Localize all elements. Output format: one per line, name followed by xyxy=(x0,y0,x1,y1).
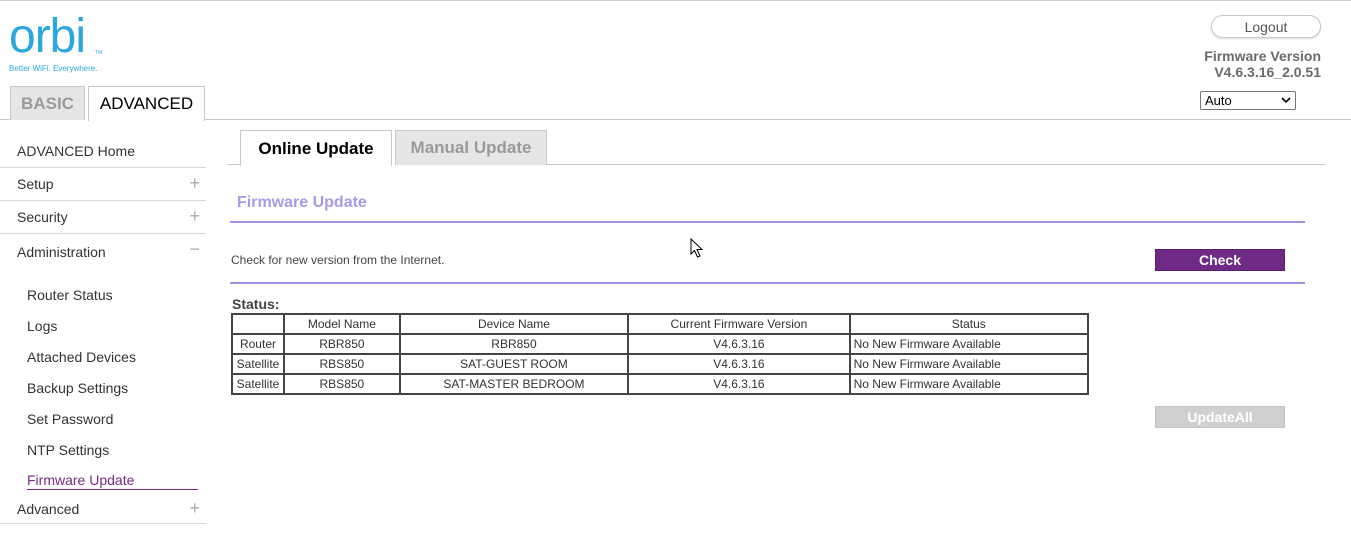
sidebar-item-label: ADVANCED Home xyxy=(17,142,135,159)
table-header-row: Model Name Device Name Current Firmware … xyxy=(231,313,1090,335)
sidebar-subitem-label: NTP Settings xyxy=(27,441,110,458)
sidebar-item-advanced-home[interactable]: ADVANCED Home xyxy=(0,134,206,168)
table-cell: Satellite xyxy=(231,353,285,375)
sidebar-subitem-label: Set Password xyxy=(27,410,114,427)
table-cell: No New Firmware Available xyxy=(848,333,1090,355)
table-cell: SAT-MASTER BEDROOM xyxy=(398,373,630,395)
sidebar-subitem-set-password[interactable]: Set Password xyxy=(0,403,206,434)
section-divider-bottom xyxy=(230,282,1305,284)
sidebar-subitem-label: Backup Settings xyxy=(27,379,129,396)
section-divider-top xyxy=(230,221,1305,223)
logout-button[interactable]: Logout xyxy=(1211,15,1321,38)
sidebar-subitem-backup-settings[interactable]: Backup Settings xyxy=(0,372,206,403)
chevron-down-icon xyxy=(1281,96,1291,106)
tab-advanced[interactable]: ADVANCED xyxy=(88,86,205,121)
table-cell: RBR850 xyxy=(398,333,630,355)
tab-online-update[interactable]: Online Update xyxy=(240,130,392,166)
table-header: Model Name xyxy=(282,313,401,335)
sidebar-item-label: Administration xyxy=(17,243,106,260)
sidebar-subitem-label: Firmware Update xyxy=(27,472,199,490)
expand-plus-icon[interactable]: + xyxy=(189,207,200,225)
sidebar-subitem-label: Logs xyxy=(27,317,58,334)
logo-wordmark: orbi xyxy=(9,10,86,63)
sidebar-item-administration[interactable]: Administration − xyxy=(0,234,206,269)
content-tabs-divider xyxy=(547,164,1326,165)
table-cell: No New Firmware Available xyxy=(848,373,1090,395)
language-selected-value: Auto xyxy=(1205,93,1232,108)
sidebar-subitem-label: Attached Devices xyxy=(27,348,136,365)
table-cell: Router xyxy=(231,333,285,355)
sidebar-subitem-attached-devices[interactable]: Attached Devices xyxy=(0,341,206,372)
expand-plus-icon[interactable]: + xyxy=(189,174,200,192)
status-label: Status: xyxy=(232,296,280,312)
language-select[interactable]: Auto xyxy=(1200,91,1296,110)
sidebar-item-label: Advanced xyxy=(17,500,80,517)
table-header xyxy=(231,313,285,335)
table-row: Satellite RBS850 SAT-GUEST ROOM V4.6.3.1… xyxy=(231,353,1090,375)
sidebar-nav: ADVANCED Home Setup + Security + Adminis… xyxy=(0,134,206,524)
orbi-logo[interactable]: orbi TM Better WiFi. Everywhere. xyxy=(9,10,119,74)
expand-plus-icon[interactable]: + xyxy=(189,499,200,517)
sidebar-item-security[interactable]: Security + xyxy=(0,201,206,234)
sidebar-subitem-label: Router Status xyxy=(27,286,113,303)
table-cell: V4.6.3.16 xyxy=(627,353,851,375)
table-header: Current Firmware Version xyxy=(627,313,851,335)
sidebar-subitem-logs[interactable]: Logs xyxy=(0,310,206,341)
content-tabs-divider-left xyxy=(228,164,240,165)
table-row: Satellite RBS850 SAT-MASTER BEDROOM V4.6… xyxy=(231,373,1090,395)
sidebar-subitem-router-status[interactable]: Router Status xyxy=(0,279,206,310)
firmware-version-value: V4.6.3.16_2.0.51 xyxy=(1214,64,1321,80)
check-description: Check for new version from the Internet. xyxy=(231,253,445,267)
table-cell: No New Firmware Available xyxy=(848,353,1090,375)
sidebar-item-setup[interactable]: Setup + xyxy=(0,168,206,201)
table-header: Status xyxy=(848,313,1090,335)
table-cell: V4.6.3.16 xyxy=(627,333,851,355)
section-title: Firmware Update xyxy=(237,194,367,211)
top-border xyxy=(0,0,1351,1)
mouse-cursor-icon xyxy=(690,238,704,258)
administration-submenu: Router Status Logs Attached Devices Back… xyxy=(0,269,206,500)
table-header: Device Name xyxy=(398,313,630,335)
sidebar-item-label: Setup xyxy=(17,176,54,192)
header-divider-left xyxy=(0,119,10,120)
table-cell: SAT-GUEST ROOM xyxy=(398,353,630,375)
sidebar-item-label: Security xyxy=(17,209,68,225)
tab-basic[interactable]: BASIC xyxy=(10,86,85,120)
header-divider xyxy=(205,119,1351,120)
update-all-button[interactable]: UpdateAll xyxy=(1155,406,1285,428)
check-button[interactable]: Check xyxy=(1155,249,1285,271)
logo-tagline: Better WiFi. Everywhere. xyxy=(9,64,98,73)
logo-trademark: TM xyxy=(95,50,103,56)
table-row: Router RBR850 RBR850 V4.6.3.16 No New Fi… xyxy=(231,333,1090,355)
table-cell: Satellite xyxy=(231,373,285,395)
sidebar-subitem-ntp-settings[interactable]: NTP Settings xyxy=(0,434,206,465)
table-cell: RBR850 xyxy=(282,333,401,355)
collapse-minus-icon[interactable]: − xyxy=(189,240,200,258)
tab-manual-update[interactable]: Manual Update xyxy=(395,130,547,165)
firmware-status-table: Model Name Device Name Current Firmware … xyxy=(231,313,1090,395)
table-cell: RBS850 xyxy=(282,373,401,395)
table-cell: RBS850 xyxy=(282,353,401,375)
firmware-version-label: Firmware Version xyxy=(1204,48,1321,64)
table-cell: V4.6.3.16 xyxy=(627,373,851,395)
sidebar-subitem-firmware-update[interactable]: Firmware Update xyxy=(0,465,206,496)
sidebar-item-advanced[interactable]: Advanced + xyxy=(0,494,206,524)
